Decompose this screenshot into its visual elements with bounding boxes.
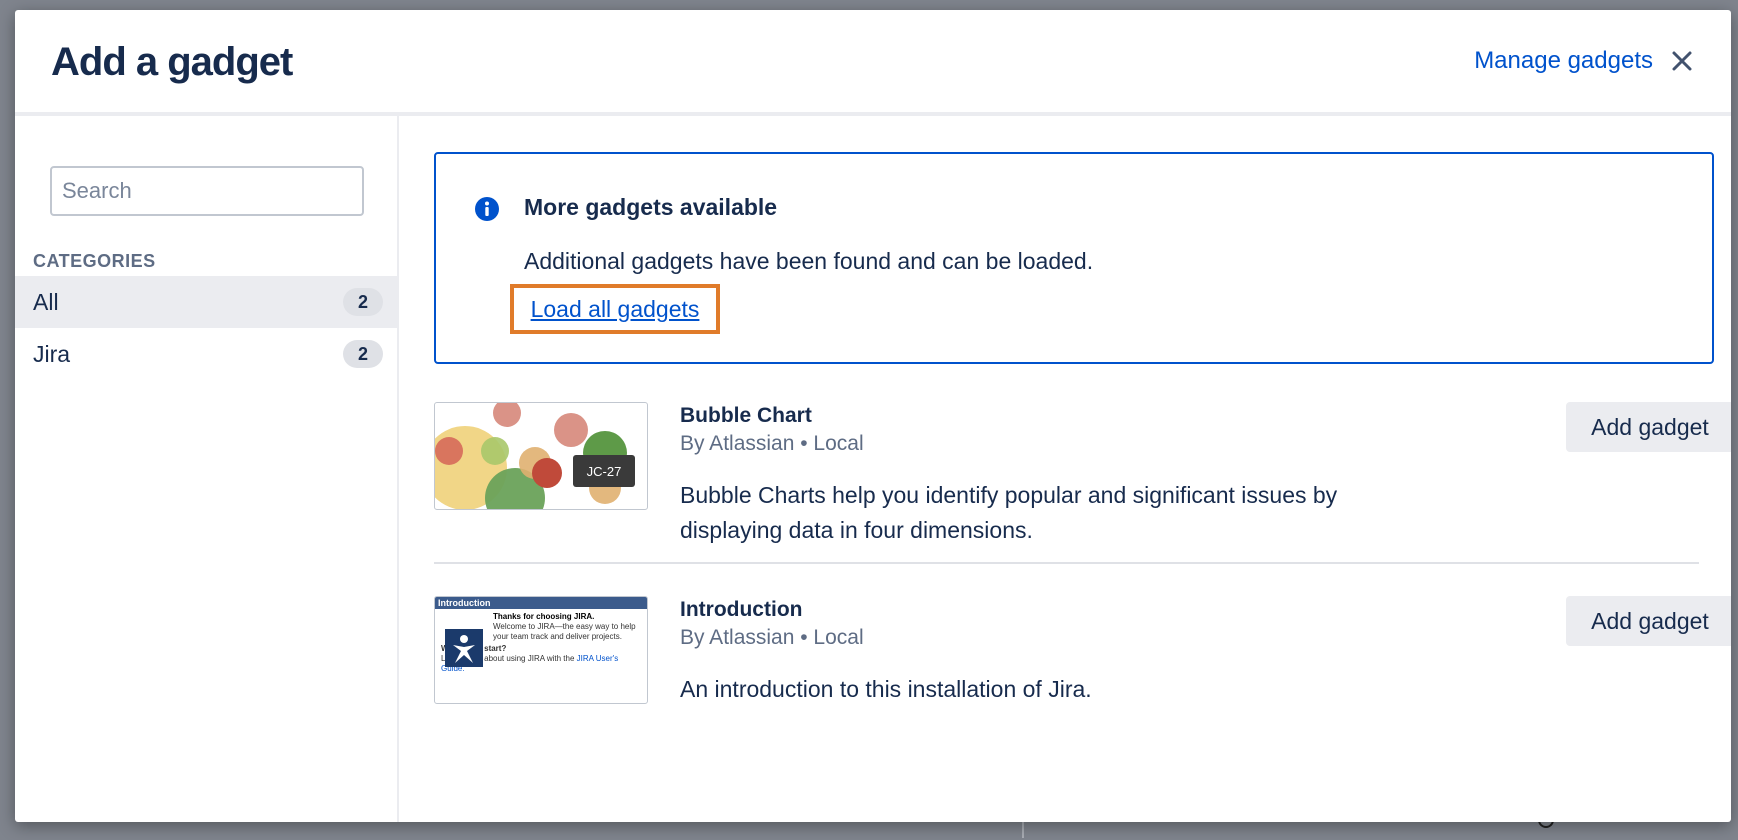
info-message: More gadgets available Additional gadget…	[434, 152, 1714, 364]
category-sidebar: CATEGORIES All 2 Jira 2	[15, 116, 399, 822]
gadget-directory: More gadgets available Additional gadget…	[399, 116, 1731, 822]
category-item-all[interactable]: All 2	[15, 276, 399, 328]
manage-gadgets-link[interactable]: Manage gadgets	[1474, 47, 1653, 75]
gadget-item: JC-27 Bubble Chart By Atlassian • Local …	[434, 402, 1731, 564]
gadget-description: An introduction to this installation of …	[680, 676, 1092, 702]
close-button[interactable]	[1667, 46, 1697, 76]
gadget-title: Bubble Chart	[680, 404, 812, 427]
bubble-tooltip-label: JC-27	[587, 464, 622, 479]
add-gadget-dialog: Add a gadget Manage gadgets CATEGORIES A…	[15, 10, 1731, 822]
search-input[interactable]	[50, 166, 364, 216]
categories-heading: CATEGORIES	[33, 251, 156, 271]
category-count-badge: 2	[343, 288, 383, 316]
gadget-meta: By Atlassian • Local	[680, 626, 864, 649]
bubble-chart-preview: JC-27	[435, 403, 635, 509]
add-gadget-button[interactable]: Add gadget	[1566, 596, 1731, 646]
category-label: Jira	[33, 340, 71, 367]
gadget-title: Introduction	[680, 598, 803, 621]
dialog-title: Add a gadget	[51, 40, 293, 84]
info-title: More gadgets available	[524, 194, 778, 220]
dialog-body: CATEGORIES All 2 Jira 2 More gadg	[15, 116, 1731, 822]
category-item-jira[interactable]: Jira 2	[15, 328, 399, 380]
info-text: Additional gadgets have been found and c…	[524, 248, 1094, 274]
dialog-header: Add a gadget Manage gadgets	[15, 10, 1731, 116]
gadget-item: Introduction Thanks for choosing JIRA. W…	[434, 596, 1731, 716]
intro-thumb-line1: Thanks for choosing JIRA.	[493, 612, 595, 621]
intro-thumb-header: Introduction	[435, 597, 647, 609]
category-label: All	[33, 288, 59, 315]
add-gadget-button[interactable]: Add gadget	[1566, 402, 1731, 452]
category-count-badge: 2	[343, 340, 383, 368]
gadget-meta: By Atlassian • Local	[680, 432, 864, 455]
jira-logo-icon	[445, 629, 483, 667]
bubble-chart-thumbnail: JC-27	[434, 402, 648, 510]
close-icon	[1672, 51, 1692, 71]
intro-thumb-line2: Welcome to JIRA—the easy way to help you…	[493, 622, 636, 641]
intro-thumb-text: Thanks for choosing JIRA. Welcome to JIR…	[493, 612, 641, 642]
highlight-box: Load all gadgets	[510, 284, 720, 334]
info-icon	[475, 197, 499, 221]
gadget-description: Bubble Charts help you identify popular …	[680, 482, 1338, 543]
intro-thumb-body: Thanks for choosing JIRA. Welcome to JIR…	[435, 609, 647, 677]
introduction-thumbnail: Introduction Thanks for choosing JIRA. W…	[434, 596, 648, 704]
category-list: All 2 Jira 2	[15, 276, 399, 380]
load-all-gadgets-link[interactable]: Load all gadgets	[531, 296, 700, 323]
